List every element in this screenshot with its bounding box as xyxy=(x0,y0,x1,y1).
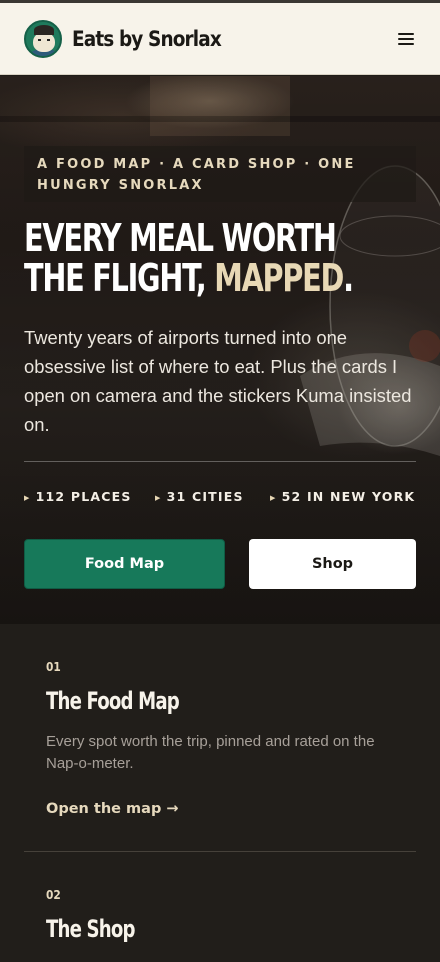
headline-line-2: THE FLIGHT, xyxy=(24,256,215,300)
hamburger-menu-icon[interactable] xyxy=(398,32,414,46)
feature-number: 02 xyxy=(46,887,61,902)
food-map-button[interactable]: Food Map xyxy=(24,539,225,589)
stat-places: ▶ 112 PLACES xyxy=(24,489,132,504)
stat-cities: ▶ 31 CITIES xyxy=(155,489,244,504)
stat-cities-label: 31 CITIES xyxy=(166,489,244,504)
feature-title: The Food Map xyxy=(46,687,180,715)
shop-button[interactable]: Shop xyxy=(249,539,416,589)
hero-divider xyxy=(24,461,416,462)
feature-description: Every spot worth the trip, pinned and ra… xyxy=(46,733,375,772)
stat-places-label: 112 PLACES xyxy=(35,489,132,504)
stat-new-york-label: 52 IN NEW YORK xyxy=(281,489,416,504)
snorlax-logo-icon[interactable] xyxy=(24,19,62,58)
headline-period: . xyxy=(343,256,354,300)
features-section: 01 The Food Map Every spot worth the tri… xyxy=(0,624,440,962)
hero-headline: EVERY MEAL WORTH THE FLIGHT, MAPPED. xyxy=(24,218,360,298)
hero-section: A FOOD MAP · A CARD SHOP · ONE HUNGRY SN… xyxy=(0,76,440,624)
feature-title: The Shop xyxy=(46,915,135,943)
hero-stats: ▶ 112 PLACES ▶ 31 CITIES ▶ 52 IN NEW YORK xyxy=(24,489,419,505)
kicker-badge: A FOOD MAP · A CARD SHOP · ONE HUNGRY SN… xyxy=(24,146,416,202)
site-header: Eats by Snorlax xyxy=(0,3,440,75)
headline-accent: MAPPED xyxy=(214,256,344,300)
feature-number: 01 xyxy=(46,659,61,674)
brand-name[interactable]: Eats by Snorlax xyxy=(72,27,222,51)
triangle-bullet-icon: ▶ xyxy=(270,494,277,502)
hero-intro: Twenty years of airports turned into one… xyxy=(24,327,412,435)
feature-card-food-map: 01 The Food Map Every spot worth the tri… xyxy=(24,624,416,852)
stat-new-york: ▶ 52 IN NEW YORK xyxy=(270,489,415,504)
open-map-link[interactable]: Open the map → xyxy=(46,801,179,817)
feature-card-shop: 02 The Shop xyxy=(24,853,416,962)
triangle-bullet-icon: ▶ xyxy=(24,494,31,502)
headline-line-1: EVERY MEAL WORTH xyxy=(24,216,337,260)
hero-kicker: A FOOD MAP · A CARD SHOP · ONE HUNGRY SN… xyxy=(37,157,356,193)
triangle-bullet-icon: ▶ xyxy=(155,494,162,502)
